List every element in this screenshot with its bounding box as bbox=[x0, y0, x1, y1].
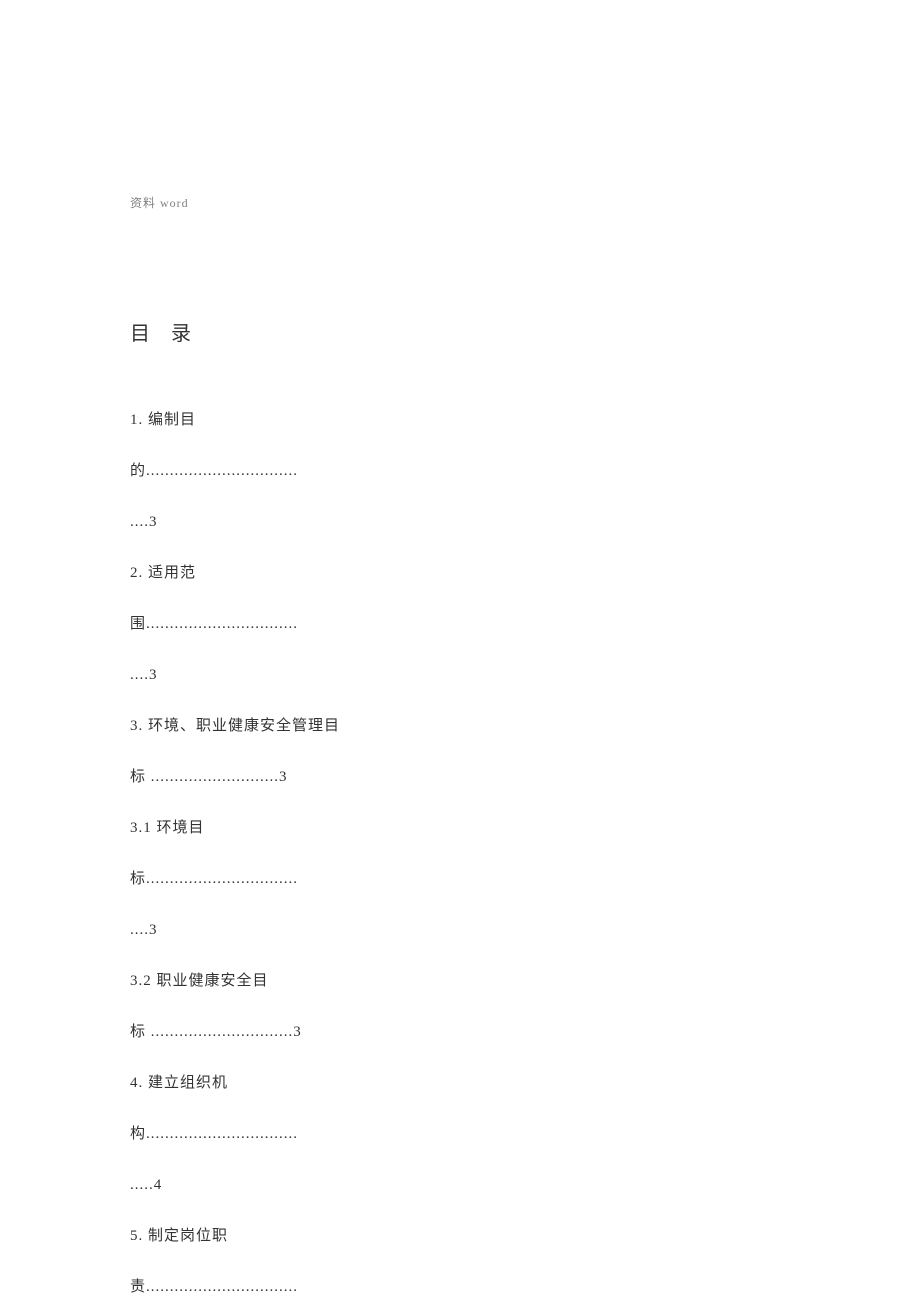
toc-entry: ....3 bbox=[130, 510, 410, 534]
toc-entry: .....4 bbox=[130, 1173, 410, 1197]
toc-entry: 标 ...........................3 bbox=[130, 765, 410, 789]
toc-entry: 责................................ bbox=[130, 1275, 410, 1299]
toc-entry: 标................................ bbox=[130, 867, 410, 891]
toc-entry: 围................................ bbox=[130, 612, 410, 636]
toc-entry: 4. 建立组织机 bbox=[130, 1071, 410, 1095]
toc-title: 目 录 bbox=[130, 317, 410, 346]
page-header: 资料 word bbox=[130, 194, 189, 211]
toc-entry: 的................................ bbox=[130, 459, 410, 483]
toc-entry: 标 ..............................3 bbox=[130, 1020, 410, 1044]
toc-entry: 3.2 职业健康安全目 bbox=[130, 969, 410, 993]
header-label: 资料 word bbox=[130, 196, 189, 210]
toc-entry: 构................................ bbox=[130, 1122, 410, 1146]
toc-entry: ....3 bbox=[130, 918, 410, 942]
document-content: 目 录 1. 编制目 的............................… bbox=[130, 317, 410, 1299]
toc-entry: 2. 适用范 bbox=[130, 561, 410, 585]
toc-entry: ....3 bbox=[130, 663, 410, 687]
toc-entry: 3. 环境、职业健康安全管理目 bbox=[130, 714, 410, 738]
toc-entry: 3.1 环境目 bbox=[130, 816, 410, 840]
toc-entry: 5. 制定岗位职 bbox=[130, 1224, 410, 1248]
toc-entry: 1. 编制目 bbox=[130, 408, 410, 432]
